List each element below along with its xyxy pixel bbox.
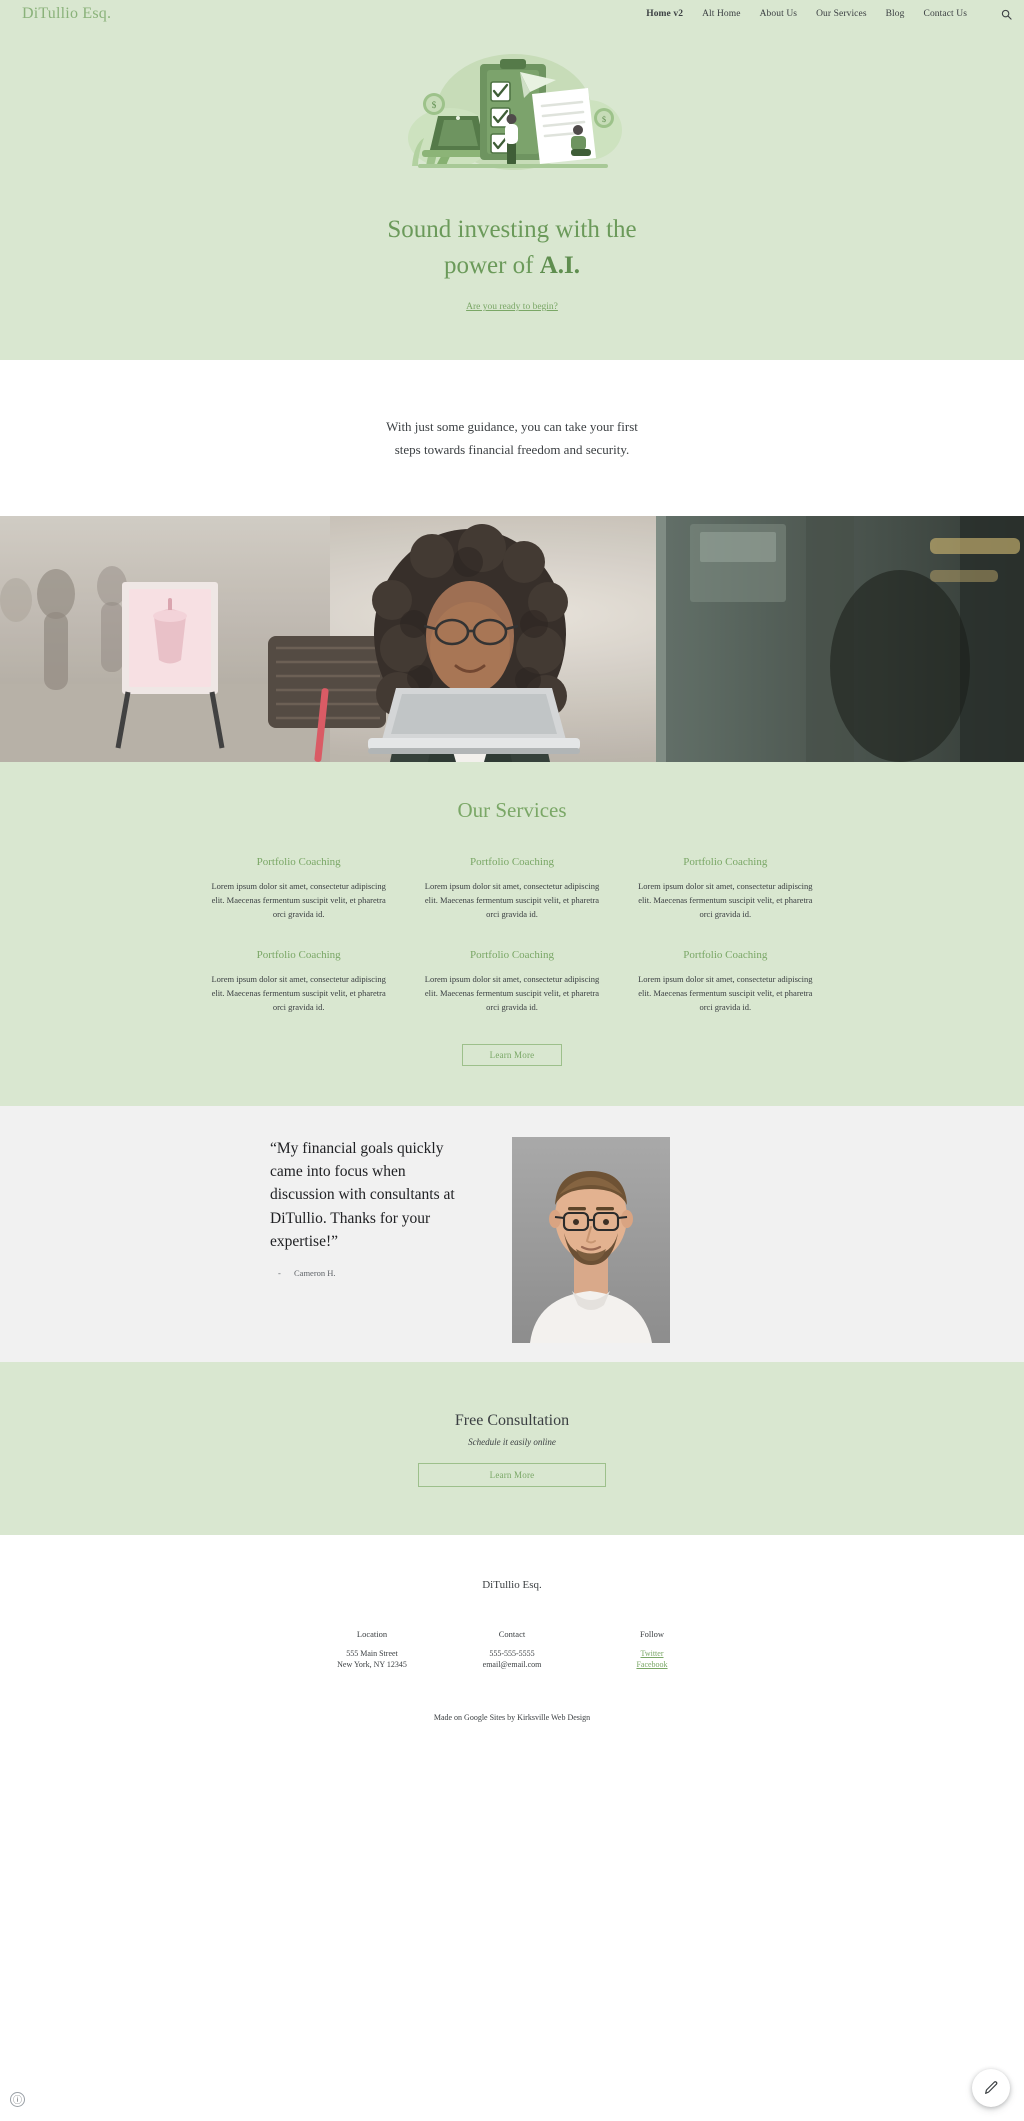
hero-title: Sound investing with the power of A.I. [302,212,722,283]
checklist-finance-illustration: $ $ [408,54,622,170]
service-card: Portfolio Coaching Lorem ipsum dolor sit… [619,949,832,1014]
service-card-body: Lorem ipsum dolor sit amet, consectetur … [424,880,600,919]
footer-column-title: Follow [639,1628,665,1639]
footer-address-line-1: 555 Main Street [346,1648,398,1658]
service-card-body: Lorem ipsum dolor sit amet, consectetur … [638,880,813,919]
service-card-body: Lorem ipsum dolor sit amet, consectetur … [424,973,600,1012]
footer-address-line-2: New York, NY 12345 [337,1660,407,1670]
service-card-title: Portfolio Coaching [683,948,768,961]
nav-item-about-us[interactable]: About Us [760,9,797,19]
attribution-name: Cameron H. [294,1267,336,1278]
footer-phone: 555-555-5555 [489,1648,535,1658]
consultation-section: Free Consultation Schedule it easily onl… [0,1361,1024,1535]
footer-column-contact: Contact 555-555-5555 email@email.com [442,1629,582,1671]
service-card: Portfolio Coaching Lorem ipsum dolor sit… [192,949,405,1014]
site-header: DiTullio Esq. Home v2 Alt Home About Us … [0,0,1024,28]
site-brand[interactable]: DiTullio Esq. [22,6,111,22]
footer-brand: DiTullio Esq. [482,1578,542,1591]
footer-link-facebook[interactable]: Facebook [582,1659,722,1671]
footer-email: email@email.com [482,1660,542,1670]
testimonial-section: “My financial goals quickly came into fo… [0,1105,1024,1362]
testimonial-attribution: - Cameron H. [270,1268,470,1278]
nav-item-contact-us[interactable]: Contact Us [924,9,967,19]
svg-text:$: $ [602,115,606,124]
services-learn-more-button[interactable]: Learn More [462,1043,562,1066]
consultation-subtitle: Schedule it easily online [468,1436,556,1447]
hero-title-line2-prefix: power of [443,251,540,279]
intro-line-1: With just some guidance, you can take yo… [386,419,638,434]
service-card: Portfolio Coaching Lorem ipsum dolor sit… [405,856,618,921]
site-footer: DiTullio Esq. Location 555 Main Street N… [0,1534,1024,1722]
nav-item-our-services[interactable]: Our Services [816,9,867,19]
search-icon[interactable] [998,6,1014,22]
hero-photo-band [0,515,1024,762]
nav-item-alt-home[interactable]: Alt Home [702,9,741,19]
portrait-photo [512,1136,670,1343]
service-card-body: Lorem ipsum dolor sit amet, consectetur … [211,880,386,919]
main-navigation: Home v2 Alt Home About Us Our Services B… [646,6,1014,22]
consultation-learn-more-button[interactable]: Learn More [418,1462,606,1487]
footer-column-follow: Follow Twitter Facebook [582,1629,722,1671]
attribution-dash: - [278,1267,281,1278]
footer-credit: Made on Google Sites by Kirksville Web D… [433,1712,591,1722]
service-card-title: Portfolio Coaching [683,855,768,868]
hero-title-line1: Sound investing with the [387,216,637,243]
hero-section: $ $ Sound investing with the power of A.… [0,28,1024,360]
nav-item-blog[interactable]: Blog [886,9,905,19]
service-card: Portfolio Coaching Lorem ipsum dolor sit… [405,949,618,1014]
footer-column-title: Contact [498,1628,526,1639]
info-icon[interactable]: ⓘ [10,2092,25,2107]
service-card: Portfolio Coaching Lorem ipsum dolor sit… [192,856,405,921]
service-card-title: Portfolio Coaching [256,855,341,868]
hero-title-emphasis: A.I. [539,251,581,279]
services-grid: Portfolio Coaching Lorem ipsum dolor sit… [162,856,862,1014]
testimonial-quote: “My financial goals quickly came into fo… [270,1139,455,1251]
edit-pencil-icon[interactable] [972,2069,1010,2107]
intro-section: With just some guidance, you can take yo… [0,360,1024,516]
services-title: Our Services [457,797,567,822]
service-card-title: Portfolio Coaching [256,948,341,961]
service-card-body: Lorem ipsum dolor sit amet, consectetur … [211,973,386,1012]
testimonial-portrait [512,1136,670,1343]
service-card-body: Lorem ipsum dolor sit amet, consectetur … [638,973,813,1012]
testimonial-inner: “My financial goals quickly came into fo… [252,1106,772,1343]
footer-column-title: Location [356,1628,388,1639]
svg-text:$: $ [432,100,437,110]
footer-columns: Location 555 Main Street New York, NY 12… [302,1629,722,1671]
testimonial-quote-column: “My financial goals quickly came into fo… [252,1137,470,1343]
service-card-title: Portfolio Coaching [469,948,554,961]
consultation-title: Free Consultation [454,1411,570,1429]
services-section: Our Services Portfolio Coaching Lorem ip… [0,761,1024,1106]
intro-text: With just some guidance, you can take yo… [342,416,682,462]
service-card-title: Portfolio Coaching [469,855,554,868]
service-card: Portfolio Coaching Lorem ipsum dolor sit… [619,856,832,921]
intro-line-2: steps towards financial freedom and secu… [394,441,630,457]
hero-cta-link[interactable]: Are you ready to begin? [466,302,558,312]
nav-item-home-v2[interactable]: Home v2 [646,9,683,19]
footer-column-location: Location 555 Main Street New York, NY 12… [302,1629,442,1671]
cafe-laptop-photo [0,515,1024,762]
footer-link-twitter[interactable]: Twitter [582,1648,722,1660]
